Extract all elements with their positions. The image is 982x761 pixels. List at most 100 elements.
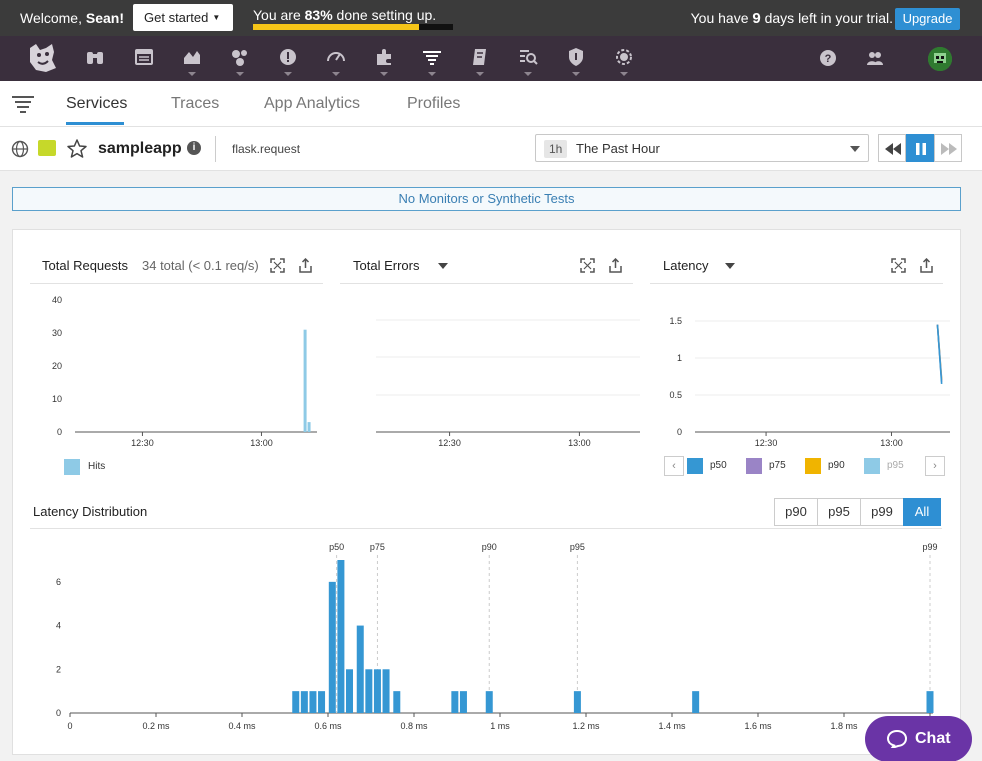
share-icon[interactable] xyxy=(298,257,313,273)
x-tick-label: 0 xyxy=(67,721,72,731)
caret-down-icon xyxy=(524,72,532,76)
time-range-label: The Past Hour xyxy=(576,141,660,156)
network-gear-icon[interactable] xyxy=(613,46,635,68)
share-icon[interactable] xyxy=(919,257,934,273)
resource-name[interactable]: flask.request xyxy=(232,142,300,156)
caret-down-icon xyxy=(428,72,436,76)
expand-icon[interactable] xyxy=(270,258,285,273)
service-name: sampleapp xyxy=(98,140,182,157)
browser-window-icon[interactable] xyxy=(133,46,155,68)
apm-filter-icon[interactable] xyxy=(421,46,443,68)
percentile-marker-label-p99: p99 xyxy=(922,542,937,552)
svg-text:?: ? xyxy=(825,53,832,65)
tab-services[interactable]: Services xyxy=(66,95,127,113)
y-tick-label: 40 xyxy=(52,295,62,305)
legend-swatch-p75 xyxy=(746,458,762,474)
legend-swatch-hits xyxy=(64,459,80,475)
y-tick-label: 2 xyxy=(56,664,61,674)
caret-down-icon xyxy=(188,72,196,76)
distribution-bar xyxy=(573,691,581,713)
x-tick-label: 13:00 xyxy=(880,438,903,448)
x-tick-label: 0.6 ms xyxy=(314,721,342,731)
time-range-select[interactable]: 1h The Past Hour xyxy=(535,134,869,162)
percentile-button-p95[interactable]: p95 xyxy=(817,498,861,526)
tab-profiles[interactable]: Profiles xyxy=(407,95,460,113)
upgrade-button[interactable]: Upgrade xyxy=(895,8,960,30)
legend-label-p50: p50 xyxy=(710,460,727,471)
hits-bar xyxy=(307,422,311,432)
get-started-button[interactable]: Get started ▼ xyxy=(133,4,233,31)
puzzle-integrations-icon[interactable] xyxy=(373,46,395,68)
logs-search-icon[interactable] xyxy=(517,46,539,68)
legend-next-button[interactable]: › xyxy=(925,456,945,476)
percentile-marker-label-p50: p50 xyxy=(329,542,344,552)
widget-divider xyxy=(30,283,323,284)
apm-tabbar: Services Traces App Analytics Profiles xyxy=(0,81,982,127)
legend-label-p90: p90 xyxy=(828,460,845,471)
percentile-button-all[interactable]: All xyxy=(903,498,941,526)
expand-icon[interactable] xyxy=(891,258,906,273)
apm-menu-icon[interactable] xyxy=(12,95,34,113)
tab-traces[interactable]: Traces xyxy=(171,95,219,113)
errors-chart: 12:30 13:00 xyxy=(376,319,640,448)
dashboard-gauge-icon[interactable] xyxy=(325,46,347,68)
chevron-down-icon[interactable] xyxy=(438,263,448,269)
metrics-chart-icon[interactable] xyxy=(181,46,203,68)
x-tick-label: 1.8 ms xyxy=(830,721,858,731)
security-shield-icon[interactable] xyxy=(565,46,587,68)
setup-progress-bar xyxy=(253,24,453,30)
datadog-logo-icon[interactable] xyxy=(24,40,60,76)
help-icon[interactable]: ? xyxy=(818,48,838,68)
y-tick-label: 0 xyxy=(57,427,62,437)
percentile-marker-label-p95: p95 xyxy=(570,542,585,552)
distribution-bar xyxy=(346,669,353,713)
monitors-banner[interactable]: No Monitors or Synthetic Tests xyxy=(12,187,961,211)
x-tick-label: 1.2 ms xyxy=(572,721,600,731)
latency-widget-title: Latency xyxy=(663,258,709,273)
distribution-bar xyxy=(692,691,700,713)
legend-label-p75: p75 xyxy=(769,460,786,471)
caret-down-icon xyxy=(620,72,628,76)
x-tick-label: 12:30 xyxy=(755,438,778,448)
requests-widget-title: Total Requests xyxy=(42,258,128,273)
chevron-down-icon[interactable] xyxy=(725,263,735,269)
rewind-button[interactable] xyxy=(878,134,906,162)
x-tick-label: 0.8 ms xyxy=(400,721,428,731)
favorite-star-icon[interactable] xyxy=(66,138,88,160)
chat-button[interactable]: Chat xyxy=(865,716,972,761)
service-header: sampleapp i flask.request 1h The Past Ho… xyxy=(0,127,982,171)
caret-down-icon: ▼ xyxy=(212,13,221,22)
x-tick-label: 1.4 ms xyxy=(658,721,686,731)
team-icon[interactable] xyxy=(865,48,885,68)
latency-legend: ‹ p50 p75 p90 p95 › xyxy=(664,456,946,476)
tab-app-analytics[interactable]: App Analytics xyxy=(264,95,360,113)
y-tick-label: 1 xyxy=(677,353,682,363)
x-tick-label: 0.4 ms xyxy=(228,721,256,731)
share-icon[interactable] xyxy=(608,257,623,273)
fast-forward-button[interactable] xyxy=(934,134,962,162)
integrations-hexagon-icon[interactable] xyxy=(229,46,251,68)
y-tick-label: 30 xyxy=(52,328,62,338)
expand-icon[interactable] xyxy=(580,258,595,273)
distribution-bar xyxy=(373,669,381,713)
y-tick-label: 10 xyxy=(52,394,62,404)
info-icon[interactable]: i xyxy=(187,141,201,155)
binoculars-icon[interactable] xyxy=(84,46,106,68)
globe-icon xyxy=(11,140,29,158)
percentile-button-p90[interactable]: p90 xyxy=(774,498,818,526)
pause-button[interactable] xyxy=(906,134,934,162)
legend-prev-button[interactable]: ‹ xyxy=(664,456,684,476)
legend-label-hits: Hits xyxy=(88,461,106,472)
top-navigation: ? xyxy=(0,36,982,81)
notebook-icon[interactable] xyxy=(469,46,491,68)
caret-down-icon xyxy=(380,72,388,76)
hits-bar xyxy=(303,329,307,432)
user-avatar[interactable] xyxy=(928,47,952,71)
x-tick-label: 13:00 xyxy=(250,438,273,448)
caret-down-icon xyxy=(332,72,340,76)
distribution-bar xyxy=(926,691,934,713)
percentile-button-p99[interactable]: p99 xyxy=(860,498,904,526)
alert-exclamation-icon[interactable] xyxy=(277,46,299,68)
latency-distribution-chart: 0 2 4 6 0 0.2 ms 0.4 ms 0.6 ms 0.8 ms 1 ms 1.2 ms 1… xyxy=(56,542,938,731)
x-tick-label: 12:30 xyxy=(438,438,461,448)
